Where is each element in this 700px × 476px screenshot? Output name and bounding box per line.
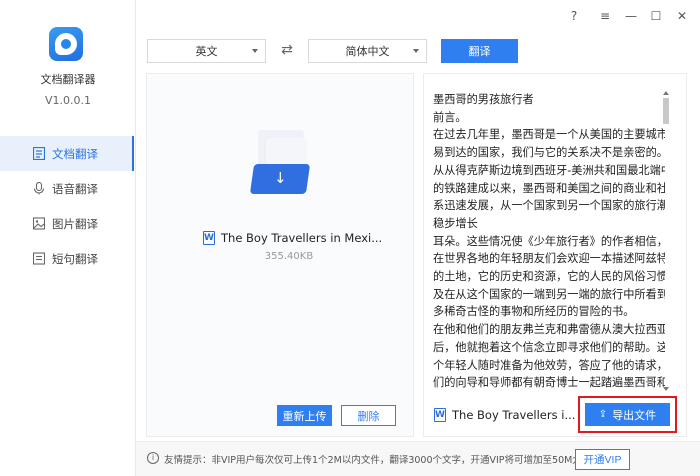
word-file-icon: W xyxy=(434,408,446,422)
translated-line: 前言。 xyxy=(433,110,467,124)
document-icon xyxy=(33,147,45,160)
scrollbar[interactable] xyxy=(662,91,670,391)
translated-line: 们的向导和导师都有朝奇博士一起踏遍墨西哥和国 xyxy=(433,376,665,390)
result-panel: 墨西哥的男孩旅行者 前言。在过去几年里，墨西哥是一个从美国的主要城市不容 易到达的国… xyxy=(423,73,687,437)
translated-line: 从从得克萨斯边境到西班牙-美洲共和国最北端中心 xyxy=(433,163,665,177)
source-file-name: The Boy Travellers in Mexi... xyxy=(221,231,383,245)
source-file-size: 355.40KB xyxy=(264,251,314,262)
scroll-down-icon[interactable] xyxy=(663,387,669,391)
output-file-name: The Boy Travellers i... xyxy=(452,408,576,422)
translated-line: 系迅速发展，从一个国家到另一个国家的旅行潮逐年 xyxy=(433,199,665,213)
upload-document-icon: ↓ xyxy=(248,130,316,200)
microphone-icon xyxy=(33,182,45,195)
source-file-info: W The Boy Travellers in Mexi... xyxy=(203,230,382,246)
app-logo-icon xyxy=(49,27,83,61)
source-language-select[interactable]: 英文 xyxy=(147,39,266,63)
translated-line: 稳步增长 xyxy=(433,216,478,230)
sidebar-item-label: 语音翻译 xyxy=(52,181,98,196)
help-icon[interactable]: ? xyxy=(566,8,582,24)
word-file-icon: W xyxy=(203,231,215,245)
translated-line: 耳朵。这些情况使《少年旅行者》的作者相信，他 xyxy=(433,234,665,248)
app-name: 文档翻译器 xyxy=(40,73,96,86)
target-language-value: 简体中文 xyxy=(345,45,390,58)
sidebar-item-voice-translate[interactable]: 语音翻译 xyxy=(0,171,134,206)
delete-button[interactable]: 删除 xyxy=(341,405,396,426)
export-label: 导出文件 xyxy=(612,409,657,422)
sidebar-item-label: 文档翻译 xyxy=(52,146,98,161)
translated-line: 的土地，它的历史和资源，它的人民的风俗习惯，以 xyxy=(433,270,665,284)
translated-line: 的铁路建成以来，墨西哥和美国之间的商业和社会关 xyxy=(433,181,665,195)
target-language-select[interactable]: 简体中文 xyxy=(308,39,427,63)
app-version: V1.0.0.1 xyxy=(44,94,91,107)
translated-line: 个年轻人随时准备为他效劳，答应了他的请求，与他 xyxy=(433,358,665,372)
open-vip-button[interactable]: 开通VIP xyxy=(575,449,630,470)
translated-line: 在他和他们的朋友弗兰克和弗雷德从澳大拉西亚回来 xyxy=(433,323,665,337)
image-icon xyxy=(33,217,45,230)
export-icon: ⇪ xyxy=(598,409,608,420)
export-file-button[interactable]: ⇪ 导出文件 xyxy=(585,403,670,426)
scroll-thumb[interactable] xyxy=(663,98,669,124)
sidebar-item-label: 短句翻译 xyxy=(52,251,98,266)
reupload-button[interactable]: 重新上传 xyxy=(277,405,332,426)
swap-languages-icon[interactable]: ⇄ xyxy=(278,41,296,59)
translated-line: 在过去几年里，墨西哥是一个从美国的主要城市不容 xyxy=(433,128,665,142)
source-file-panel: ↓ W The Boy Travellers in Mexi... 355.40… xyxy=(146,73,414,437)
translated-line: 易到达的国家，我们与它的关系决不是亲密的。自 xyxy=(433,146,665,160)
chevron-down-icon xyxy=(413,49,419,53)
minimize-icon[interactable]: — xyxy=(623,8,639,24)
footer: i 友情提示：非VIP用户每次仅可上传1个2M以内文件，翻译3000个文字，开通… xyxy=(136,441,700,476)
menu-icon[interactable]: ≡ xyxy=(597,8,613,24)
close-icon[interactable]: ✕ xyxy=(674,8,690,24)
translated-line: 墨西哥的男孩旅行者 xyxy=(433,93,534,106)
output-file-info: W The Boy Travellers i... xyxy=(434,408,575,422)
vip-tip: 友情提示：非VIP用户每次仅可上传1个2M以内文件，翻译3000个文字，开通VI… xyxy=(164,455,601,466)
sidebar-item-sentence-translate[interactable]: 短句翻译 xyxy=(0,241,134,276)
translated-line: 及在从这个国家的一端到另一端的旅行中所看到的许 xyxy=(433,287,665,301)
chevron-down-icon xyxy=(252,49,258,53)
translated-line: 多稀奇古怪的事物和所经历的冒险的书。 xyxy=(433,305,635,319)
sidebar-item-document-translate[interactable]: 文档翻译 xyxy=(0,136,134,171)
maximize-icon[interactable]: ☐ xyxy=(648,8,664,24)
sidebar: 文档翻译器 V1.0.0.1 文档翻译 语音翻译 图片翻译 短句翻译 xyxy=(0,0,136,476)
sidebar-item-label: 图片翻译 xyxy=(52,216,98,231)
translate-button[interactable]: 翻译 xyxy=(441,39,518,63)
note-icon xyxy=(33,252,45,265)
scroll-up-icon[interactable] xyxy=(663,91,669,95)
info-icon: i xyxy=(147,452,159,464)
translated-line: 后，他就抱着这个信念立即寻求他们的帮助。这两 xyxy=(433,340,665,354)
sidebar-item-image-translate[interactable]: 图片翻译 xyxy=(0,206,134,241)
translated-line: 在世界各地的年轻朋友们会欢迎一本描述阿兹特克人 xyxy=(433,252,665,266)
source-language-value: 英文 xyxy=(195,45,218,58)
translated-text[interactable]: 墨西哥的男孩旅行者 前言。在过去几年里，墨西哥是一个从美国的主要城市不容 易到达的国… xyxy=(433,91,665,392)
